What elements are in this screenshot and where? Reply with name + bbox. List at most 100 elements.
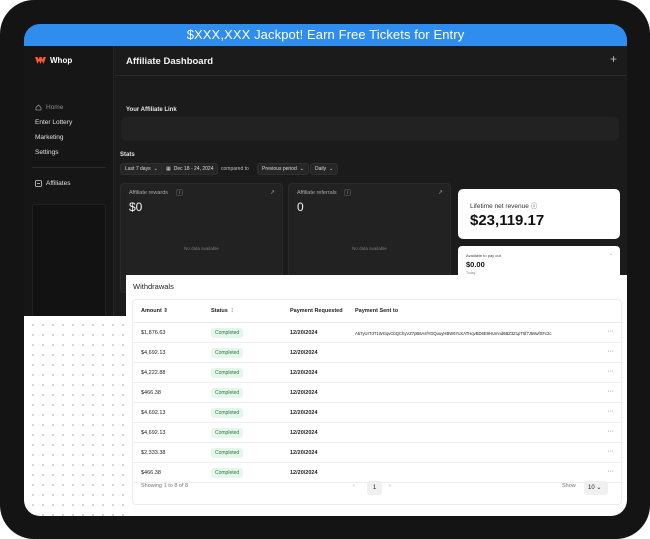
date-cell: 12/20/2024 [290,370,318,376]
range-value: Last 7 days [125,166,151,172]
header: Affiliate Dashboard + [115,46,627,76]
add-button[interactable]: + [610,53,617,65]
page-size-select[interactable]: 10 ⌄ [584,481,608,495]
sent-to-cell: A57yUrTdT1WGqvCbQChyVZ7pB6AsfYDQuuyHBW6Y… [355,331,552,336]
date-range-picker[interactable]: ▦ Dec 18 - 24, 2024 [161,163,219,175]
affiliate-link-field[interactable] [121,117,619,141]
card-value: 0 [297,200,304,214]
payout-title: Available to pay out [466,253,501,258]
interval-select[interactable]: Daily ⌄ [310,163,339,175]
more-options-icon[interactable]: ··· [608,428,614,435]
more-options-icon[interactable]: ··· [608,348,614,355]
calendar-icon: ▦ [166,166,171,172]
column-header-sent-to[interactable]: Payment Sent to [355,308,398,314]
column-header-status[interactable]: Status ⋮ [211,308,235,314]
table-row[interactable]: $4,222.88 Completed 12/20/2024 ··· [133,363,623,383]
lifetime-title: Lifetime net revenue [470,203,529,210]
stats-label: Stats [120,152,135,158]
chevron-down-icon: ⌄ [596,485,602,491]
dotted-backdrop [24,316,126,516]
info-icon[interactable]: ⓘ [531,203,538,210]
date-cell: 12/20/2024 [290,330,318,336]
filter-icon: ⋮ [229,308,235,314]
status-badge: Completed [211,448,244,458]
date-cell: 12/20/2024 [290,390,318,396]
external-link-icon[interactable]: ↗ [438,189,443,196]
date-range-value: Dec 18 - 24, 2024 [173,166,214,172]
app-logo[interactable]: Whop [35,56,72,65]
more-options-icon[interactable]: ··· [608,448,614,455]
external-link-icon[interactable]: ↗ [270,189,275,196]
interval-value: Daily [315,166,327,172]
status-badge: Completed [211,468,244,478]
table-row[interactable]: $4,692.13 Completed 12/20/2024 ··· [133,423,623,443]
withdrawals-table: Amount ⇕ Status ⋮ Payment Requested Paym… [132,299,623,505]
date-cell: 12/20/2024 [290,350,318,356]
sidebar-item-affiliates[interactable]: Affiliates [35,180,70,187]
info-icon[interactable]: i [176,189,183,196]
table-row[interactable]: $2,333.38 Completed 12/20/2024 ··· [133,443,623,463]
amount-cell: $4,692.13 [141,430,166,436]
more-options-icon[interactable]: ··· [608,368,614,375]
status-badge: Completed [211,368,244,378]
column-header-requested[interactable]: Payment Requested [290,308,343,314]
more-options-icon[interactable]: ··· [608,388,614,395]
sort-icon: ⇕ [163,308,168,314]
more-options-icon[interactable]: ··· [608,408,614,415]
compare-period-select[interactable]: Previous period ⌄ [257,163,309,175]
info-icon[interactable]: i [344,189,351,196]
range-select[interactable]: Last 7 days ⌄ [120,163,163,175]
sidebar-divider [32,167,106,168]
whop-logo-icon [35,57,46,64]
affiliates-icon [35,180,42,187]
sidebar-item-label: Home [46,104,64,111]
sidebar-item-settings[interactable]: Settings [35,149,59,156]
date-cell: 12/20/2024 [290,430,318,436]
card-title: Lifetime net revenue ⓘ [470,200,537,210]
table-row[interactable]: $466.38 Completed 12/20/2024 ··· [133,463,623,483]
date-cell: 12/20/2024 [290,470,318,476]
more-options-icon[interactable]: ··· [608,328,614,335]
sidebar-item-label: Enter Lottery [35,119,73,126]
column-label: Status [211,308,228,314]
app-name: Whop [50,56,73,65]
date-cell: 12/20/2024 [290,450,318,456]
table-row[interactable]: $466.38 Completed 12/20/2024 ··· [133,383,623,403]
sidebar-item-label: Marketing [35,134,64,141]
lifetime-revenue-card: Lifetime net revenue ⓘ $23,119.17 [458,189,620,239]
chevron-down-icon: ⌄ [329,166,334,172]
amount-cell: $466.38 [141,390,161,396]
card-value: $0 [129,200,143,214]
sidebar-item-label: Settings [35,149,59,156]
page-size-value: 10 [588,485,595,491]
more-options-icon[interactable]: ··· [608,468,614,475]
status-badge: Completed [211,408,244,418]
column-header-amount[interactable]: Amount ⇕ [141,308,168,314]
column-label: Amount [141,308,162,314]
amount-cell: $1,876.63 [141,330,166,336]
page-number-button[interactable]: 1 [367,481,382,495]
jackpot-banner[interactable]: $XXX,XXX Jackpot! Earn Free Tickets for … [24,24,627,46]
sidebar-item-marketing[interactable]: Marketing [35,134,64,141]
sidebar-item-enter-lottery[interactable]: Enter Lottery [35,119,72,126]
pagination-summary: Showing 1 to 8 of 8 [141,483,189,489]
table-row[interactable]: $4,692.13 Completed 12/20/2024 ··· [133,343,623,363]
sidebar-item-home[interactable]: Home [35,104,63,111]
table-row[interactable]: $4,692.13 Completed 12/20/2024 ··· [133,403,623,423]
chevron-down-icon: ⌄ [153,166,158,172]
date-cell: 12/20/2024 [290,410,318,416]
no-data-text: No data available [184,246,219,251]
card-title: Affiliate rewards [129,190,169,196]
table-row[interactable]: $1,876.63 Completed 12/20/2024 A57yUrTdT… [133,323,623,343]
status-badge: Completed [211,428,244,438]
card-title: Affiliate referrals [297,190,337,196]
next-page-icon[interactable]: › [389,483,391,489]
compared-to-label: compared to [221,166,249,172]
amount-cell: $4,692.13 [141,350,166,356]
arrow-right-icon[interactable]: → [608,251,613,257]
compare-period-value: Previous period [262,166,297,172]
amount-cell: $2,333.38 [141,450,166,456]
prev-page-icon[interactable]: ‹ [353,483,355,489]
device-frame: $XXX,XXX Jackpot! Earn Free Tickets for … [0,0,650,539]
status-badge: Completed [211,348,244,358]
